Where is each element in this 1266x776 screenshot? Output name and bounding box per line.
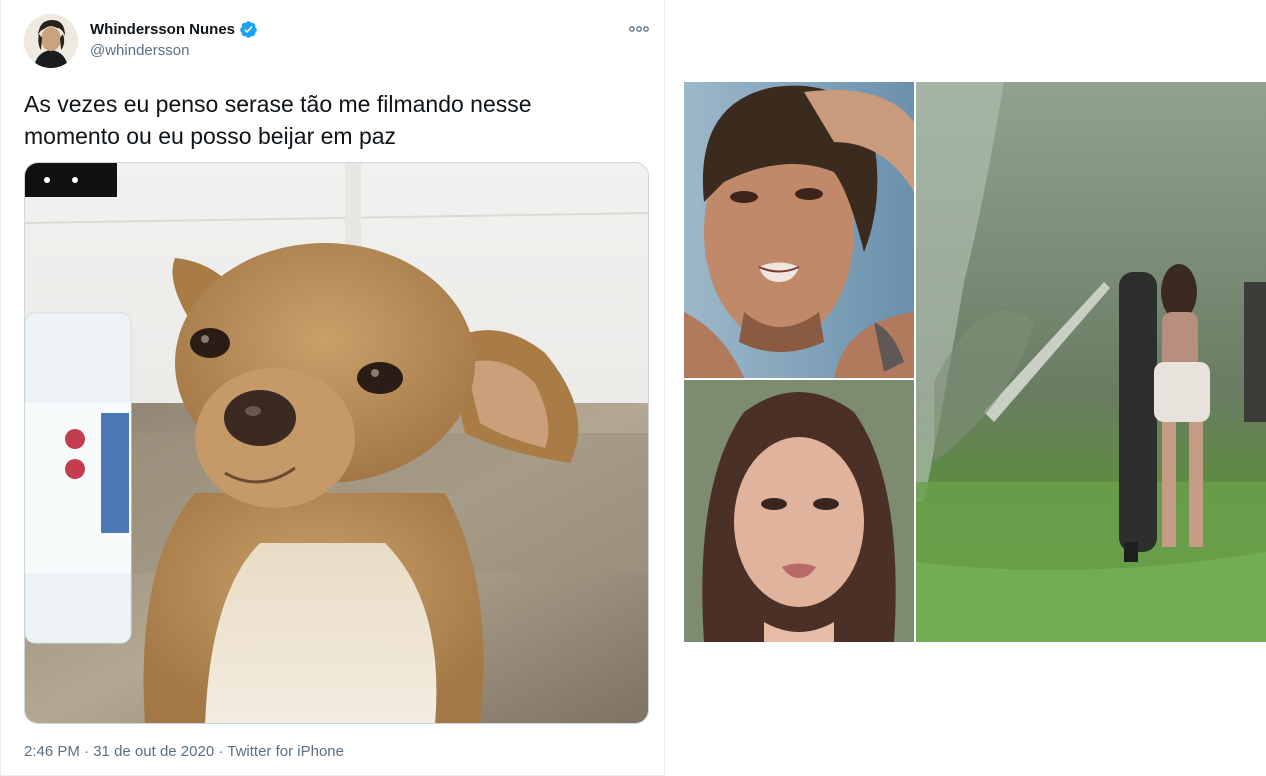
- tweet-meta: 2:46 PM · 31 de out de 2020 · Twitter fo…: [24, 743, 344, 760]
- meta-separator: ·: [84, 743, 90, 760]
- author-name-row: Whindersson Nunes: [90, 20, 258, 39]
- collage-photo-park: [916, 82, 1266, 642]
- avatar[interactable]: [24, 14, 78, 68]
- tweet-media-photo[interactable]: [24, 162, 649, 724]
- collage-photo-woman: [684, 380, 914, 642]
- author-handle[interactable]: @whindersson: [90, 42, 189, 59]
- tweet-text: As vezes eu penso serase tão me filmando…: [24, 91, 532, 149]
- verified-badge-icon: [239, 20, 258, 39]
- photo-collage: [684, 82, 1266, 642]
- tweet-time[interactable]: 2:46 PM: [24, 743, 80, 760]
- collage-photo-man: [684, 82, 914, 378]
- tweet-date[interactable]: 31 de out de 2020: [93, 743, 214, 760]
- more-options-icon[interactable]: [625, 22, 653, 36]
- author-display-name[interactable]: Whindersson Nunes: [90, 21, 235, 38]
- tweet-source[interactable]: Twitter for iPhone: [227, 743, 344, 760]
- tweet-card: Whindersson Nunes @whindersson As vezes …: [0, 0, 665, 776]
- meta-separator: ·: [218, 743, 224, 760]
